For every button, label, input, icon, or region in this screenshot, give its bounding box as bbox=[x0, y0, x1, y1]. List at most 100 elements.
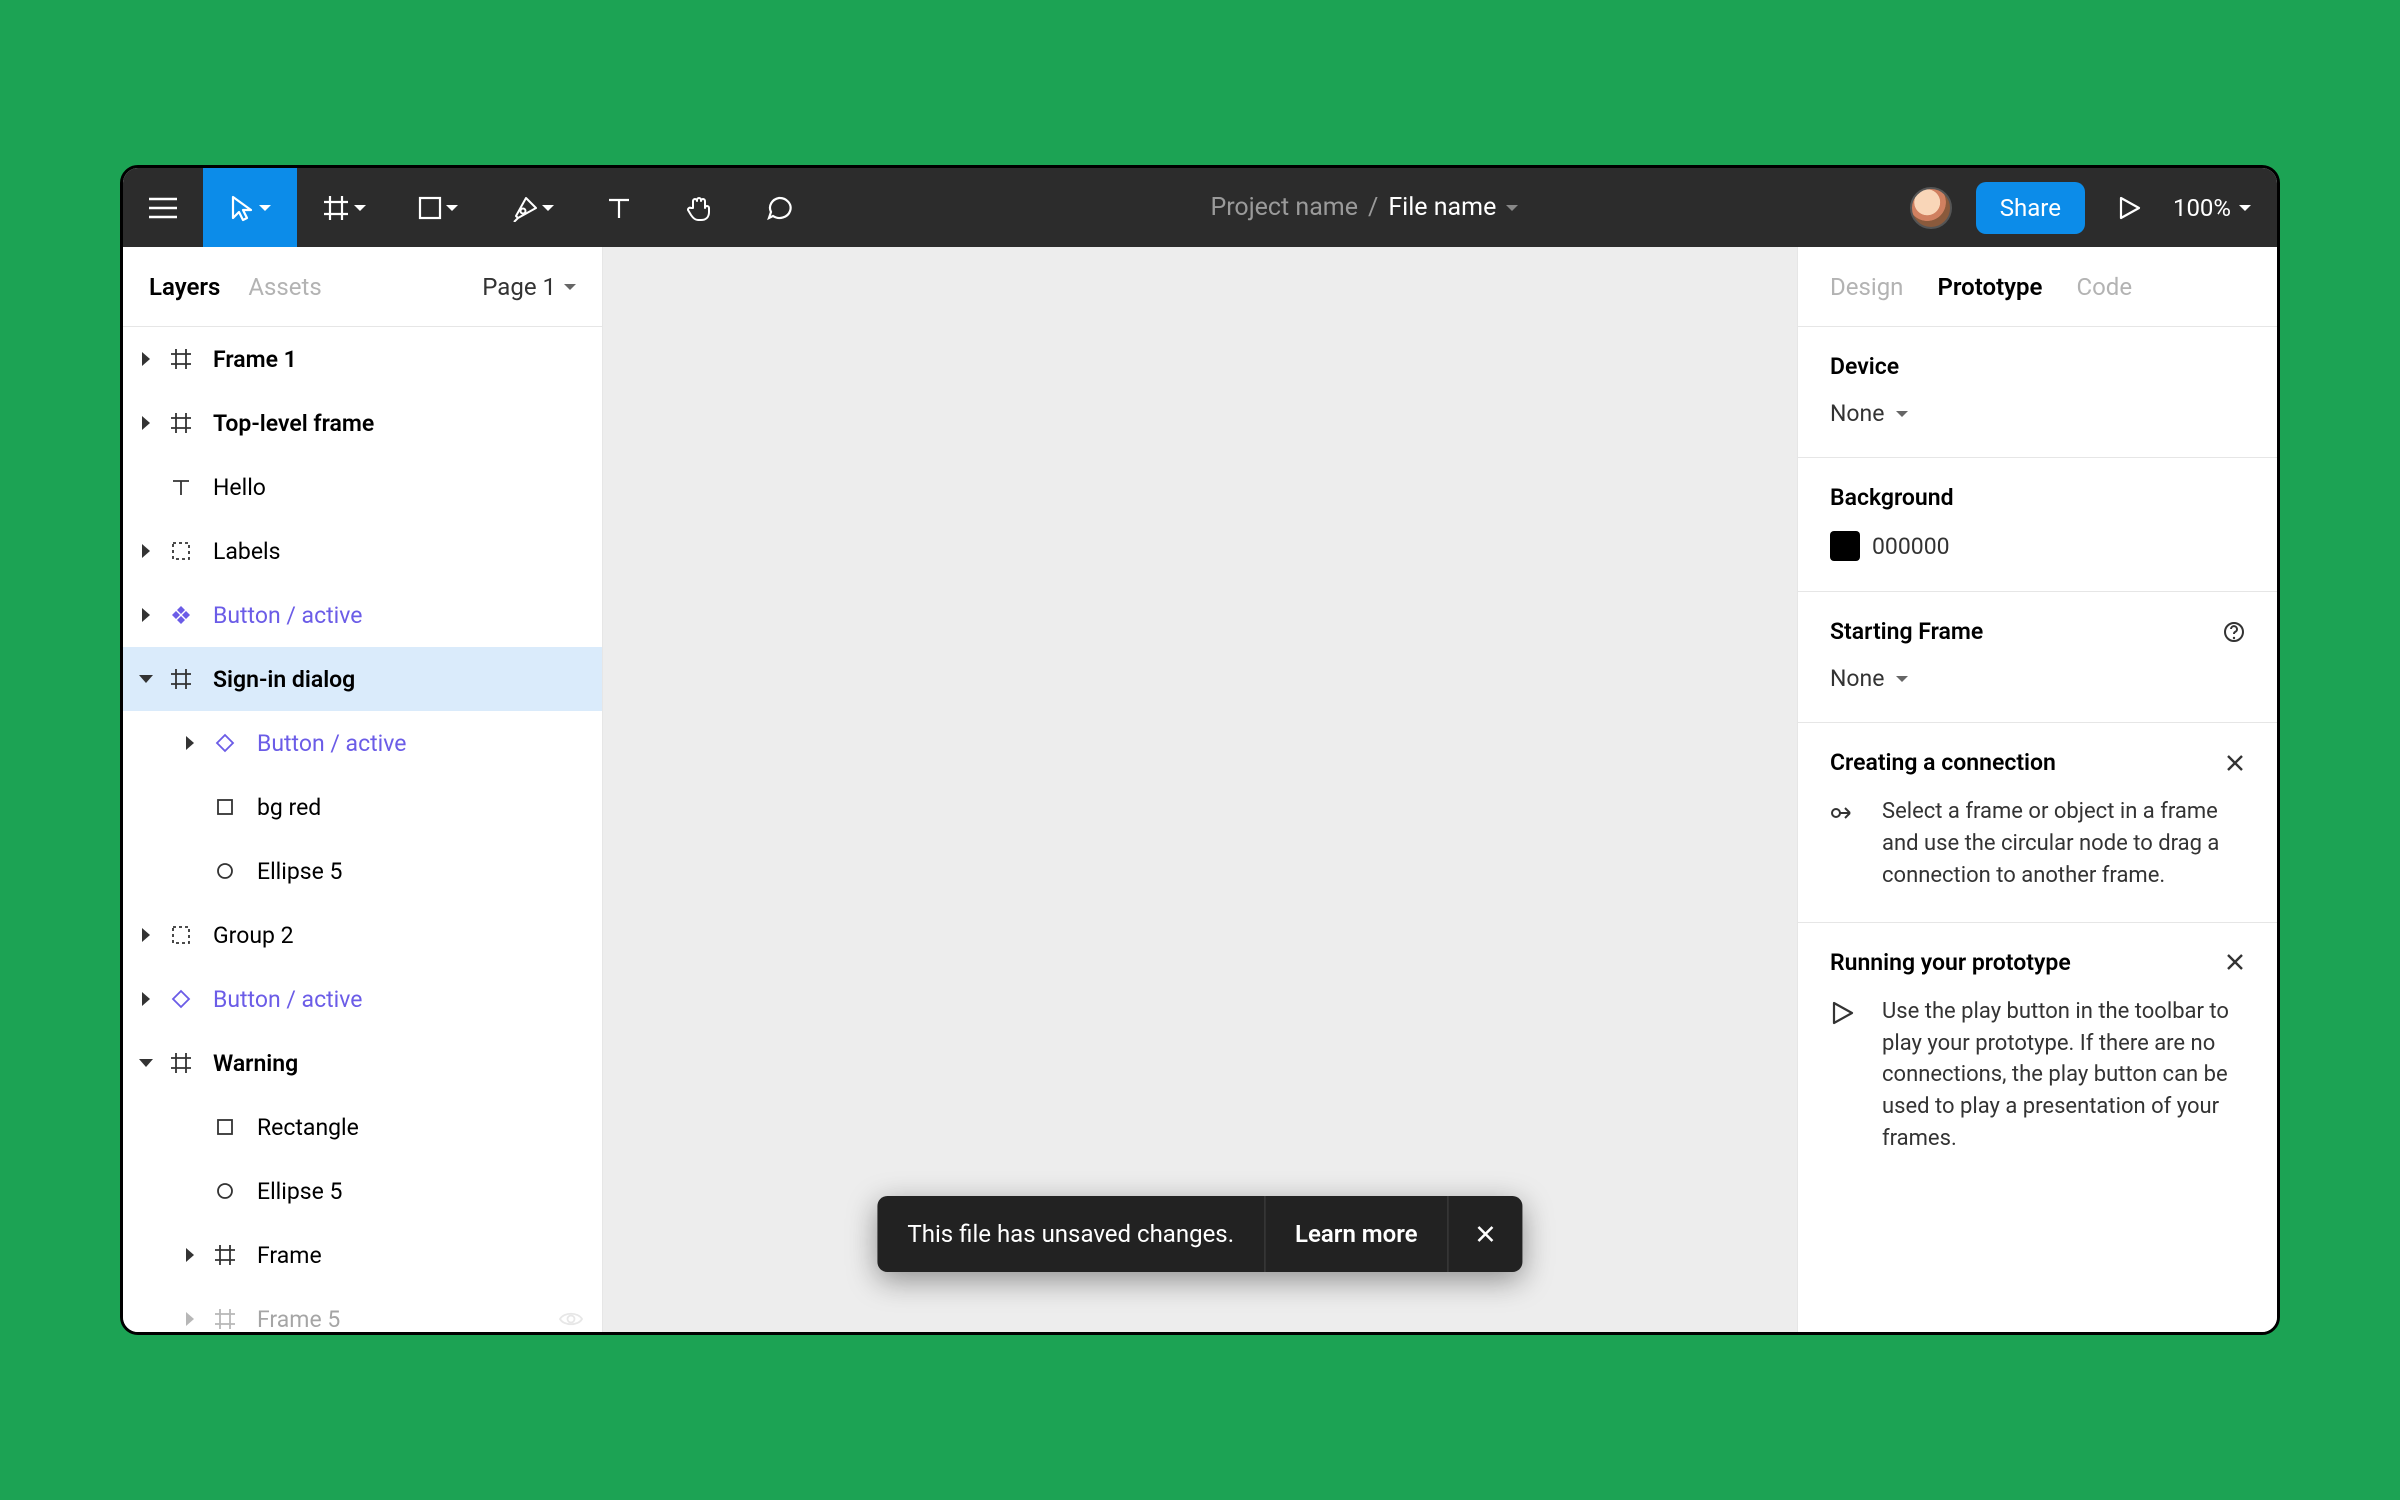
page-selector[interactable]: Page 1 bbox=[482, 273, 576, 301]
starting-frame-section: Starting Frame None bbox=[1798, 592, 2277, 723]
close-button[interactable] bbox=[2225, 753, 2245, 773]
tab-layers[interactable]: Layers bbox=[149, 273, 220, 301]
text-tool-button[interactable] bbox=[579, 168, 659, 247]
layer-row[interactable]: Frame 5 bbox=[123, 1287, 602, 1332]
expand-arrow[interactable] bbox=[135, 928, 157, 942]
connection-icon bbox=[1830, 800, 1862, 892]
chevron-down-icon bbox=[542, 205, 554, 211]
layer-label: Button / active bbox=[257, 730, 406, 757]
layer-row[interactable]: bg red bbox=[123, 775, 602, 839]
present-button[interactable] bbox=[2109, 168, 2149, 247]
background-color-row[interactable]: 000000 bbox=[1830, 531, 2245, 561]
comment-icon bbox=[765, 194, 793, 222]
layer-label: Frame 1 bbox=[213, 346, 297, 373]
layer-row[interactable]: Ellipse 5 bbox=[123, 839, 602, 903]
layer-label: Ellipse 5 bbox=[257, 1178, 342, 1205]
layer-row[interactable]: Frame 1 bbox=[123, 327, 602, 391]
chevron-down-icon bbox=[2239, 205, 2251, 211]
zoom-selector[interactable]: 100% bbox=[2173, 194, 2251, 222]
main-menu-button[interactable] bbox=[123, 168, 203, 247]
layer-label: Top-level frame bbox=[213, 410, 374, 437]
expand-arrow[interactable] bbox=[179, 736, 201, 750]
layer-row[interactable]: Top-level frame bbox=[123, 391, 602, 455]
separator: / bbox=[1368, 193, 1378, 222]
info-running-title: Running your prototype bbox=[1830, 949, 2071, 976]
toolbar-right: Share 100% bbox=[1910, 168, 2277, 247]
starting-frame-selector[interactable]: None bbox=[1830, 665, 2245, 692]
help-icon[interactable] bbox=[2223, 621, 2245, 643]
color-swatch[interactable] bbox=[1830, 531, 1860, 561]
toast-learn-more-button[interactable]: Learn more bbox=[1264, 1196, 1448, 1272]
layer-row[interactable]: Frame bbox=[123, 1223, 602, 1287]
layer-row[interactable]: Button / active bbox=[123, 583, 602, 647]
layer-label: Button / active bbox=[213, 986, 362, 1013]
tab-prototype[interactable]: Prototype bbox=[1937, 273, 2042, 301]
tab-code[interactable]: Code bbox=[2076, 273, 2132, 301]
expand-arrow[interactable] bbox=[179, 1312, 201, 1326]
visibility-toggle[interactable] bbox=[558, 1310, 584, 1328]
group-icon bbox=[165, 919, 197, 951]
layer-label: Sign-in dialog bbox=[213, 666, 355, 693]
info-connection-title: Creating a connection bbox=[1830, 749, 2056, 776]
tab-assets[interactable]: Assets bbox=[248, 273, 321, 301]
layer-row[interactable]: Button / active bbox=[123, 711, 602, 775]
device-selector[interactable]: None bbox=[1830, 400, 2245, 427]
expand-arrow[interactable] bbox=[135, 992, 157, 1006]
left-panel-header: Layers Assets Page 1 bbox=[123, 247, 602, 327]
rect-icon bbox=[209, 791, 241, 823]
background-title: Background bbox=[1830, 484, 2245, 511]
hand-tool-icon bbox=[685, 194, 713, 222]
left-panel: Layers Assets Page 1 Frame 1 Top-level fr… bbox=[123, 247, 603, 1332]
layer-label: Frame bbox=[257, 1242, 322, 1269]
layer-row[interactable]: Button / active bbox=[123, 967, 602, 1031]
share-button[interactable]: Share bbox=[1976, 182, 2085, 234]
device-section: Device None bbox=[1798, 327, 2277, 458]
layer-row[interactable]: Labels bbox=[123, 519, 602, 583]
layer-label: Ellipse 5 bbox=[257, 858, 342, 885]
expand-arrow[interactable] bbox=[135, 608, 157, 622]
toast-close-button[interactable] bbox=[1448, 1196, 1523, 1272]
layer-label: bg red bbox=[257, 794, 321, 821]
user-avatar[interactable] bbox=[1910, 187, 1952, 229]
chevron-down-icon bbox=[564, 284, 576, 290]
expand-arrow[interactable] bbox=[179, 1248, 201, 1262]
canvas[interactable] bbox=[603, 247, 1797, 1332]
frame-icon bbox=[209, 1303, 241, 1332]
expand-arrow[interactable] bbox=[135, 416, 157, 430]
move-tool-button[interactable] bbox=[203, 168, 297, 247]
ellipse-icon bbox=[209, 855, 241, 887]
zoom-value: 100% bbox=[2173, 194, 2231, 222]
shape-tool-button[interactable] bbox=[391, 168, 485, 247]
comment-tool-button[interactable] bbox=[739, 168, 819, 247]
layer-row[interactable]: Group 2 bbox=[123, 903, 602, 967]
expand-arrow[interactable] bbox=[135, 352, 157, 366]
layer-row[interactable]: Rectangle bbox=[123, 1095, 602, 1159]
layer-row[interactable]: Warning bbox=[123, 1031, 602, 1095]
component-filled-icon bbox=[165, 599, 197, 631]
frame-icon bbox=[165, 663, 197, 695]
hamburger-icon bbox=[149, 197, 177, 219]
chevron-down-icon bbox=[1896, 676, 1908, 682]
expand-arrow[interactable] bbox=[135, 1059, 157, 1067]
expand-arrow[interactable] bbox=[135, 544, 157, 558]
file-title[interactable]: Project name / File name bbox=[819, 193, 1910, 222]
group-icon bbox=[165, 535, 197, 567]
layer-row[interactable]: Ellipse 5 bbox=[123, 1159, 602, 1223]
instance-icon bbox=[165, 983, 197, 1015]
close-button[interactable] bbox=[2225, 952, 2245, 972]
pen-tool-button[interactable] bbox=[485, 168, 579, 247]
frame-tool-icon bbox=[322, 194, 350, 222]
rect-icon bbox=[209, 1111, 241, 1143]
layer-row[interactable]: Sign-in dialog bbox=[123, 647, 602, 711]
layer-label: Group 2 bbox=[213, 922, 294, 949]
right-panel-header: Design Prototype Code bbox=[1798, 247, 2277, 327]
hand-tool-button[interactable] bbox=[659, 168, 739, 247]
layer-row[interactable]: Hello bbox=[123, 455, 602, 519]
text-tool-icon bbox=[606, 195, 632, 221]
tab-design[interactable]: Design bbox=[1830, 273, 1903, 301]
app-window: Project name / File name Share 100% Laye… bbox=[120, 165, 2280, 1335]
expand-arrow[interactable] bbox=[135, 675, 157, 683]
starting-frame-value: None bbox=[1830, 665, 1884, 692]
frame-tool-button[interactable] bbox=[297, 168, 391, 247]
page-label: Page 1 bbox=[482, 273, 556, 301]
